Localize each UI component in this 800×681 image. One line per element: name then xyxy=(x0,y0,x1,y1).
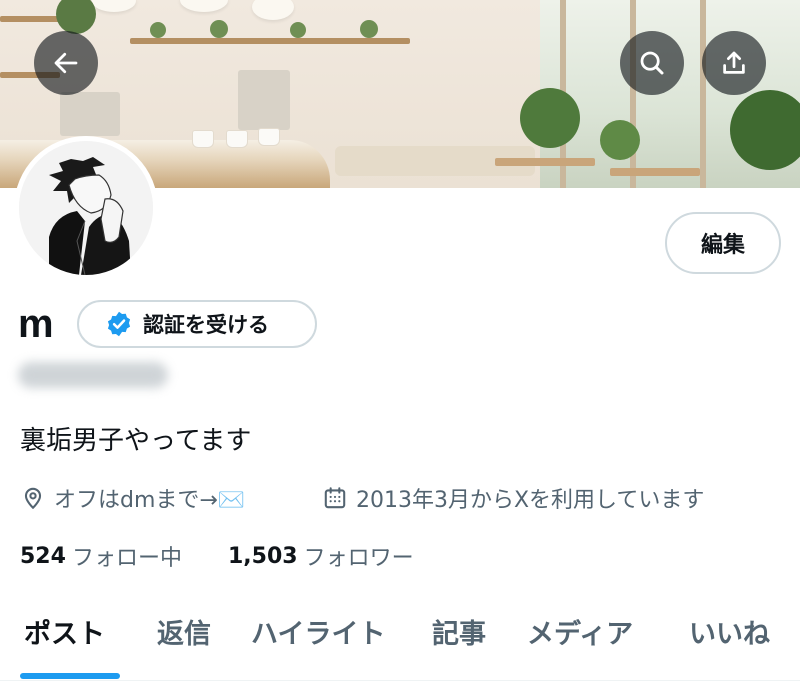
tab-replies[interactable]: 返信 xyxy=(157,612,211,656)
profile-tabs: ポスト 返信 ハイライト 記事 メディア いいね xyxy=(0,600,800,681)
back-button[interactable] xyxy=(34,31,98,95)
banner-plant xyxy=(360,20,378,38)
profile-bio: 裏垢男子やってます xyxy=(20,426,252,456)
username-handle-redacted xyxy=(18,362,168,388)
banner-plant xyxy=(150,22,166,38)
share-button[interactable] xyxy=(702,31,766,95)
banner-plant xyxy=(600,120,640,160)
banner-plant xyxy=(730,90,800,170)
banner-shelf xyxy=(0,16,60,22)
followers-link[interactable]: 1,503 フォロワー xyxy=(228,540,414,572)
tab-posts[interactable]: ポスト xyxy=(24,612,105,656)
share-upload-icon xyxy=(723,51,745,74)
profile-location: オフはdmまで→✉️ xyxy=(20,482,245,514)
banner-cup xyxy=(258,128,280,146)
calendar-icon xyxy=(324,487,346,509)
banner-table xyxy=(495,158,595,166)
tab-articles[interactable]: 記事 xyxy=(432,612,486,656)
get-verified-button[interactable]: 認証を受ける xyxy=(77,300,317,348)
banner-table xyxy=(610,168,700,176)
banner-shelf xyxy=(130,38,410,44)
tab-highlights[interactable]: ハイライト xyxy=(251,612,385,656)
banner-cup xyxy=(226,130,248,148)
search-button[interactable] xyxy=(620,31,684,95)
banner-plant xyxy=(290,22,306,38)
banner-cup xyxy=(192,130,214,148)
banner-coffee-machine xyxy=(238,70,290,130)
following-count: 524 xyxy=(20,543,66,569)
banner-mullion xyxy=(700,0,706,188)
edit-profile-button[interactable]: 編集 xyxy=(665,212,781,274)
tab-media[interactable]: メディア xyxy=(527,612,633,656)
banner-plant xyxy=(520,88,580,148)
profile-join-date: 2013年3月からXを利用しています xyxy=(322,482,704,514)
following-label: フォロー中 xyxy=(71,546,182,571)
banner-mullion xyxy=(630,0,636,188)
arrow-left-icon xyxy=(54,52,78,74)
banner-coffee-machine xyxy=(60,92,120,136)
location-text: オフはdmまで→✉️ xyxy=(54,488,246,513)
followers-label: フォロワー xyxy=(303,546,414,571)
location-pin-icon xyxy=(24,487,42,510)
get-verified-label: 認証を受ける xyxy=(143,313,269,337)
avatar[interactable] xyxy=(14,136,158,280)
tab-likes[interactable]: いいね xyxy=(689,612,770,656)
verified-badge-icon xyxy=(107,311,131,337)
avatar-image xyxy=(19,141,153,275)
display-name: m xyxy=(18,302,54,346)
following-link[interactable]: 524 フォロー中 xyxy=(20,540,182,572)
followers-count: 1,503 xyxy=(228,543,298,569)
join-date-text: 2013年3月からXを利用しています xyxy=(356,488,705,513)
active-tab-indicator xyxy=(20,673,120,679)
edit-profile-label: 編集 xyxy=(700,233,745,258)
banner-plant xyxy=(210,20,228,38)
search-icon xyxy=(640,51,664,75)
